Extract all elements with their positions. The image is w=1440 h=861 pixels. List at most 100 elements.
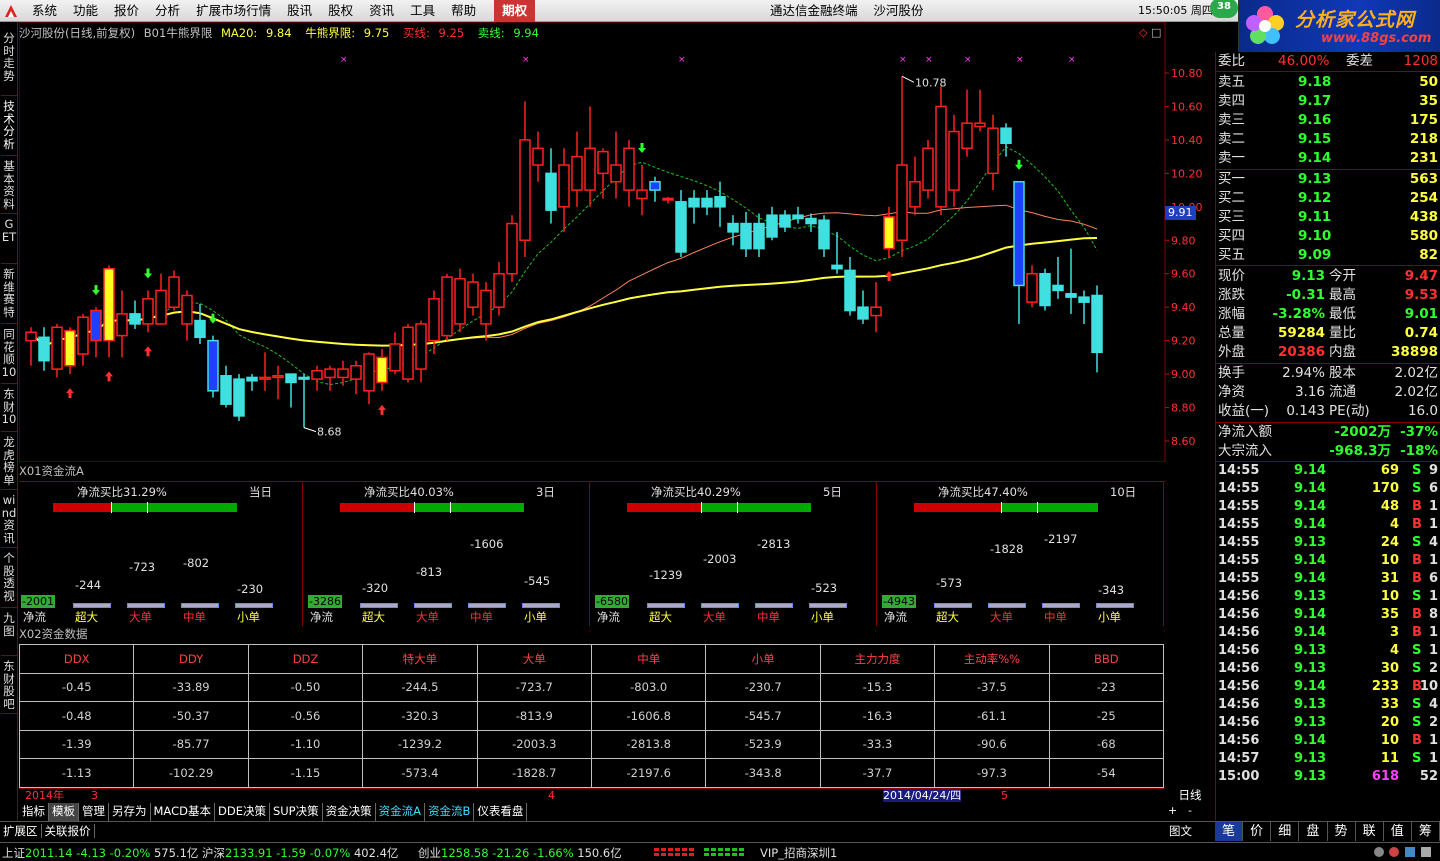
menu-item-7[interactable]: 资讯 [361, 0, 402, 22]
candle-body [844, 269, 856, 312]
tick-volume: 10 [1380, 733, 1399, 748]
stat-row: 涨幅 -3.28% 最低 9.01 [1216, 305, 1440, 324]
table-header-cell[interactable]: DDY [133, 644, 249, 674]
tick-side: B [1412, 517, 1422, 532]
ask-volume: 35 [1419, 93, 1438, 109]
fund-flow-card: 净流买比47.40% 10日 -4943 -573 -1828 -2197 -343 净流 超大… [880, 482, 1164, 626]
candle-body [1013, 180, 1025, 287]
flow-category-label: 净流 [23, 610, 46, 624]
left-tab-9[interactable]: 个股透视 [1, 550, 17, 608]
signal-marker: × [964, 55, 972, 65]
flow-value: -545 [524, 574, 551, 588]
left-tab-4[interactable]: 新维赛特 [1, 266, 17, 324]
left-tab-7[interactable]: 龙虎榜单 [1, 434, 17, 490]
table-header-cell[interactable]: 特大单 [362, 644, 478, 674]
menu-item-8[interactable]: 工具 [402, 0, 443, 22]
menu-item-1[interactable]: 功能 [65, 0, 106, 22]
ask-price: 9.16 [1298, 112, 1332, 128]
quote-tab-5[interactable]: 联 [1356, 822, 1384, 841]
zoom-out-button[interactable]: - [1188, 804, 1192, 817]
kline-chart[interactable]: 10.8010.6010.4010.2010.009.809.609.409.2… [19, 22, 1215, 462]
template-tab-9[interactable]: 资金流B [425, 803, 475, 821]
server-name[interactable]: VIP_招商深圳1 [760, 845, 837, 861]
quote-tab-7[interactable]: 筹 [1412, 822, 1440, 841]
period-selector[interactable]: 日线 [1166, 787, 1214, 803]
menu-item-5[interactable]: 股讯 [279, 0, 320, 22]
quote-tab-2[interactable]: 细 [1271, 822, 1300, 841]
quote-tab-3[interactable]: 盘 [1299, 822, 1328, 841]
ext-area-tab[interactable]: 扩展区 [0, 824, 42, 838]
candle-body [402, 326, 414, 380]
tick-volume: 31 [1380, 571, 1399, 586]
template-tab-3[interactable]: 另存为 [109, 803, 151, 821]
annotation-pointer [303, 427, 317, 433]
table-header-cell[interactable]: 小单 [705, 644, 821, 674]
flow-value: -573 [936, 576, 963, 590]
quote-tab-6[interactable]: 值 [1384, 822, 1412, 841]
hs-index[interactable]: 沪深2133.91 -1.59 -0.07% 402.4亿 [202, 845, 398, 861]
menu-item-3[interactable]: 分析 [147, 0, 188, 22]
ad-banner[interactable]: 分析家公式网 www.88gs.com [1238, 0, 1440, 52]
template-tab-8[interactable]: 资金流A [376, 803, 425, 821]
table-header-cell[interactable]: DDZ [247, 644, 364, 674]
template-tab-1[interactable]: 模板 [49, 803, 79, 821]
chart-frame [19, 22, 1166, 462]
left-tab-1[interactable]: 技术分析 [1, 98, 17, 156]
template-tab-10[interactable]: 仪表看盘 [474, 803, 528, 821]
flow-amount: -968.3万 [1329, 443, 1391, 459]
tick-row: 14:55 9.14 69 S 9 [1216, 462, 1440, 480]
sh-index[interactable]: 上证2011.14 -4.13 -0.20% 575.1亿 [2, 845, 198, 861]
menu-item-4[interactable]: 扩展市场行情 [188, 0, 279, 22]
zoom-in-button[interactable]: + [1168, 804, 1177, 817]
quote-tab-0[interactable]: 笔 [1215, 822, 1244, 841]
candle-body [532, 147, 544, 166]
related-quote-tab[interactable]: 关联报价 [41, 824, 95, 838]
menu-item-6[interactable]: 股权 [320, 0, 361, 22]
table-header-cell[interactable]: 主力力度 [819, 644, 936, 674]
candle-body [623, 147, 635, 191]
menu-item-2[interactable]: 报价 [106, 0, 147, 22]
x01-panel-title[interactable]: X01资金流A [19, 463, 84, 479]
table-header-cell[interactable]: 主动率%% [934, 644, 1050, 674]
left-tab-2[interactable]: 基本资料 [1, 158, 17, 214]
tick-volume: 10 [1380, 553, 1399, 568]
stat-label: 收益(一) [1218, 403, 1270, 419]
buy-arrow-icon [378, 404, 386, 415]
x02-panel-title[interactable]: X02资金数据 [19, 626, 88, 642]
left-tab-10[interactable]: 九图 [1, 610, 17, 656]
tick-volume: 24 [1380, 535, 1399, 550]
table-header-cell[interactable]: 大单 [476, 644, 593, 674]
notification-badge[interactable]: 38 [1210, 0, 1238, 18]
table-header-cell[interactable]: 中单 [590, 644, 707, 674]
cy-index[interactable]: 创业1258.58 -21.26 -1.66% 150.6亿 [418, 845, 622, 861]
quote-tab-1[interactable]: 价 [1243, 822, 1272, 841]
template-tab-5[interactable]: DDE决策 [215, 803, 270, 821]
candle-body [454, 277, 466, 325]
menu-item-options[interactable]: 期权 [494, 0, 536, 22]
template-tab-7[interactable]: 资金决策 [323, 803, 376, 821]
table-header-cell[interactable]: DDX [18, 644, 135, 674]
table-header-cell[interactable]: BBD [1048, 644, 1165, 674]
left-tab-3[interactable]: GET [1, 216, 17, 264]
left-tab-0[interactable]: 分时走势 [1, 30, 17, 96]
candle-body [246, 376, 258, 382]
quote-tab-4[interactable]: 势 [1328, 822, 1356, 841]
tick-count: 4 [1428, 535, 1438, 550]
left-tab-8[interactable]: wind资讯 [1, 492, 17, 548]
left-tab-6[interactable]: 东财10 [1, 386, 17, 432]
template-tab-6[interactable]: SUP决策 [270, 803, 323, 821]
left-tab-5[interactable]: 同花顺10 [1, 326, 17, 384]
stat-label: 最低 [1329, 306, 1356, 322]
chart-indicator-name[interactable]: B01牛熊界限 [144, 26, 213, 40]
status-icons [1374, 847, 1431, 857]
template-tab-4[interactable]: MACD基本 [151, 803, 215, 821]
tick-count: 6 [1428, 481, 1438, 496]
template-tab-0[interactable]: 指标 [19, 803, 49, 821]
stat-value: 16.0 [1407, 403, 1438, 419]
left-tab-11[interactable]: 东财股吧 [1, 658, 17, 714]
table-cell: -23 [1048, 672, 1165, 702]
bid-volume: 254 [1409, 190, 1438, 206]
menu-item-0[interactable]: 系统 [24, 0, 65, 22]
template-tab-2[interactable]: 管理 [79, 803, 109, 821]
menu-item-9[interactable]: 帮助 [443, 0, 484, 22]
